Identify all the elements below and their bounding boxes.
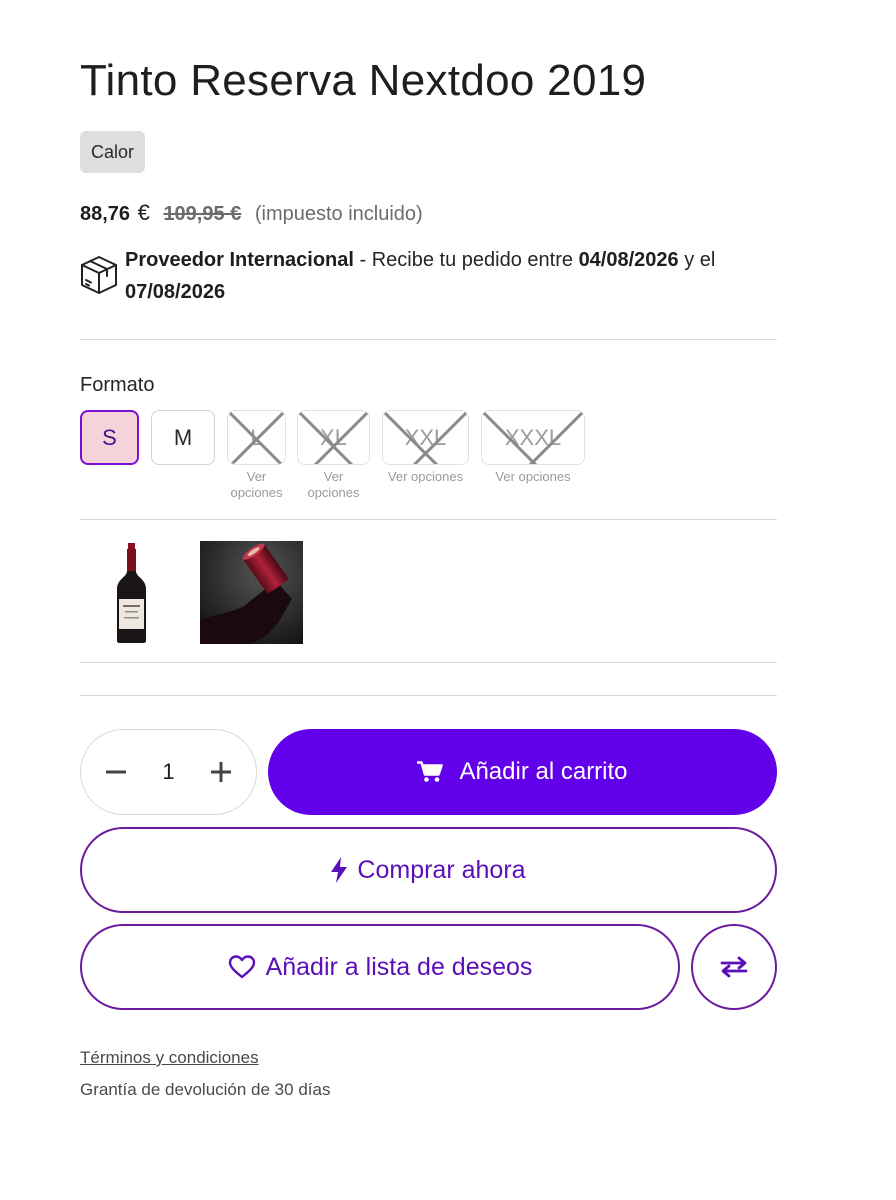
size-option-xl[interactable]: XL: [297, 410, 370, 465]
size-option-xxxl[interactable]: XXXL: [481, 410, 585, 465]
quantity-stepper: 1: [80, 729, 257, 815]
divider: [80, 695, 777, 696]
terms-link[interactable]: Términos y condiciones: [80, 1048, 259, 1068]
buy-now-button[interactable]: Comprar ahora: [80, 827, 777, 913]
size-note[interactable]: Ver opciones: [378, 469, 473, 485]
shopping-cart-icon: [417, 761, 444, 782]
unavailable-cross-icon: [383, 411, 468, 464]
bottle-cork-closeup-image[interactable]: [200, 541, 303, 644]
add-to-cart-label: Añadir al carrito: [459, 758, 628, 785]
delivery-date-to: 07/08/2026: [125, 281, 226, 303]
size-option-s[interactable]: S: [80, 410, 139, 465]
unavailable-cross-icon: [298, 411, 369, 464]
decrease-button[interactable]: [105, 761, 127, 783]
size-option-m[interactable]: M: [151, 410, 215, 465]
divider: [80, 662, 777, 663]
product-title: Tinto Reserva Nextdoo 2019: [80, 56, 647, 105]
original-price: 109,95 €: [163, 203, 242, 225]
size-option-l[interactable]: L: [227, 410, 286, 465]
price-row: 88,76 € 109,95 € (impuesto incluido): [80, 200, 423, 226]
delivery-provider: Proveedor Internacional: [125, 249, 354, 271]
size-note[interactable]: Ver opciones: [298, 469, 369, 501]
compare-button[interactable]: [691, 924, 777, 1010]
delivery-info: Proveedor Internacional - Recibe tu pedi…: [125, 244, 785, 308]
buy-now-label: Comprar ahora: [357, 855, 526, 884]
add-to-cart-button[interactable]: Añadir al carrito: [268, 729, 777, 815]
delivery-connector: y el: [678, 249, 716, 271]
delivery-text: - Recibe tu pedido entre: [353, 249, 579, 271]
add-to-wishlist-button[interactable]: Añadir a lista de deseos: [80, 924, 680, 1010]
wine-bottle-image[interactable]: [80, 541, 183, 644]
swap-arrows-icon: [720, 956, 748, 978]
plus-icon: [211, 762, 231, 782]
tax-note: (impuesto incluido): [254, 203, 423, 225]
return-guarantee-text: Grantía de devolución de 30 días: [80, 1080, 331, 1099]
delivery-date-from: 04/08/2026: [578, 249, 679, 271]
minus-icon: [106, 770, 126, 774]
product-tag[interactable]: Calor: [80, 131, 146, 173]
unavailable-cross-icon: [482, 411, 584, 464]
format-label: Formato: [80, 374, 155, 396]
increase-button[interactable]: [210, 761, 232, 783]
size-note[interactable]: Ver opciones: [481, 469, 585, 485]
currency-symbol: €: [137, 200, 150, 225]
add-to-wishlist-label: Añadir a lista de deseos: [265, 952, 533, 981]
heart-icon: [228, 955, 255, 979]
lightning-bolt-icon: [331, 857, 348, 883]
divider: [80, 519, 777, 520]
current-price: 88,76: [80, 203, 131, 225]
divider: [80, 339, 777, 340]
unavailable-cross-icon: [228, 411, 285, 464]
size-note[interactable]: Ver opciones: [222, 469, 291, 501]
package-box-icon: [81, 256, 117, 294]
size-option-xxl[interactable]: XXL: [382, 410, 469, 465]
quantity-value[interactable]: 1: [162, 759, 174, 785]
